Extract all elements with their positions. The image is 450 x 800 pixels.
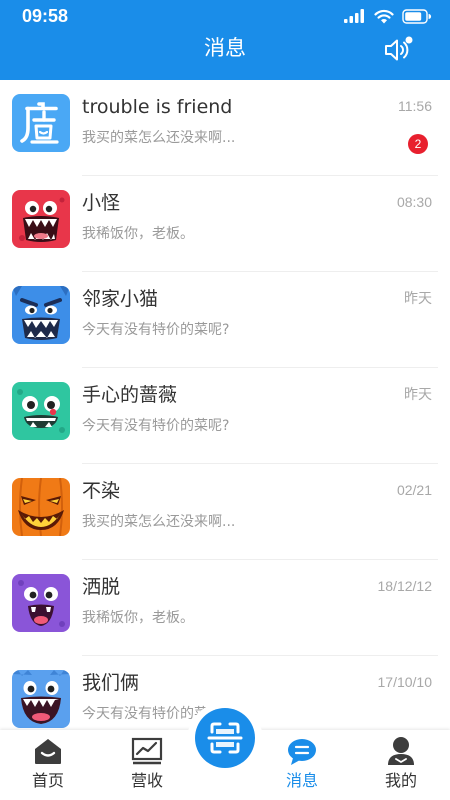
speaker-icon xyxy=(385,36,413,61)
tab-home-label: 首页 xyxy=(31,771,64,790)
contact-name: 我们俩 xyxy=(82,672,140,694)
message-time: 02/21 xyxy=(396,482,432,498)
message-preview: 我稀饭你，老板。 xyxy=(82,610,194,626)
message-preview: 我买的菜怎么还没来啊... xyxy=(82,130,236,146)
message-time: 昨天 xyxy=(404,386,432,402)
tab-home[interactable]: 首页 xyxy=(3,730,93,800)
message-time: 08:30 xyxy=(396,194,432,210)
sound-toggle-button[interactable] xyxy=(382,35,414,65)
scan-button-wrapper xyxy=(187,702,263,778)
message-time: 昨天 xyxy=(404,290,432,306)
contact-name: 手心的蔷薇 xyxy=(82,384,178,406)
conversation-list: trouble is friend 我买的菜怎么还没来啊... 11:56 2 … xyxy=(0,80,450,730)
conversation-item[interactable]: 小怪 我稀饭你，老板。 08:30 xyxy=(0,176,450,272)
blue-furry-avatar xyxy=(12,670,70,728)
contact-name: 洒脱 xyxy=(82,576,121,598)
message-preview: 我买的菜怎么还没来啊... xyxy=(82,514,236,530)
conversation-item[interactable]: 手心的蔷薇 今天有没有特价的菜呢? 昨天 xyxy=(0,368,450,464)
message-time: 18/12/12 xyxy=(377,578,433,594)
tab-messages[interactable]: 消息 xyxy=(257,730,347,800)
wifi-icon xyxy=(374,9,394,23)
contact-name: trouble is friend xyxy=(82,96,233,118)
status-time: 09:58 xyxy=(22,6,69,26)
tab-revenue-label: 营收 xyxy=(130,771,163,790)
chart-icon xyxy=(131,737,163,765)
message-time: 11:56 xyxy=(398,98,432,114)
user-icon xyxy=(388,737,414,765)
unread-badge: 2 xyxy=(408,134,428,154)
message-preview: 今天有没有特价的菜呢? xyxy=(82,418,230,434)
contact-name: 小怪 xyxy=(82,192,121,214)
conversation-item[interactable]: 邻家小猫 今天有没有特价的菜呢? 昨天 xyxy=(0,272,450,368)
tab-revenue[interactable]: 营收 xyxy=(102,730,192,800)
status-bar: 09:58 xyxy=(0,0,450,32)
red-monster-avatar xyxy=(12,190,70,248)
scan-icon xyxy=(207,722,243,754)
message-time: 17/10/10 xyxy=(377,674,433,690)
title-bar: 消息 xyxy=(0,32,450,80)
green-monster-avatar xyxy=(12,382,70,440)
message-preview: 今天有没有特价的菜呢? xyxy=(82,322,230,338)
tab-mine[interactable]: 我的 xyxy=(356,730,446,800)
pumpkin-avatar xyxy=(12,478,70,536)
conversation-item[interactable]: 洒脱 我稀饭你，老板。 18/12/12 xyxy=(0,560,450,656)
shop-icon xyxy=(12,94,70,152)
home-icon xyxy=(35,739,61,764)
signal-icon xyxy=(344,9,364,23)
contact-name: 邻家小猫 xyxy=(82,288,159,310)
battery-icon xyxy=(402,8,432,24)
status-icons xyxy=(344,8,432,24)
conversation-item[interactable]: 不染 我买的菜怎么还没来啊... 02/21 xyxy=(0,464,450,560)
blue-monster-avatar xyxy=(12,286,70,344)
app-header: 09:58 消息 xyxy=(0,0,450,80)
contact-name: 不染 xyxy=(82,480,121,502)
tab-messages-label: 消息 xyxy=(285,771,318,790)
scan-button[interactable] xyxy=(195,708,255,768)
message-preview: 我稀饭你，老板。 xyxy=(82,226,194,242)
bottom-tab-bar: 首页 营收 消息 我的 xyxy=(0,702,450,800)
chat-icon xyxy=(288,739,316,765)
tab-mine-label: 我的 xyxy=(384,771,417,790)
purple-monster-avatar xyxy=(12,574,70,632)
conversation-item[interactable]: trouble is friend 我买的菜怎么还没来啊... 11:56 2 xyxy=(0,80,450,176)
